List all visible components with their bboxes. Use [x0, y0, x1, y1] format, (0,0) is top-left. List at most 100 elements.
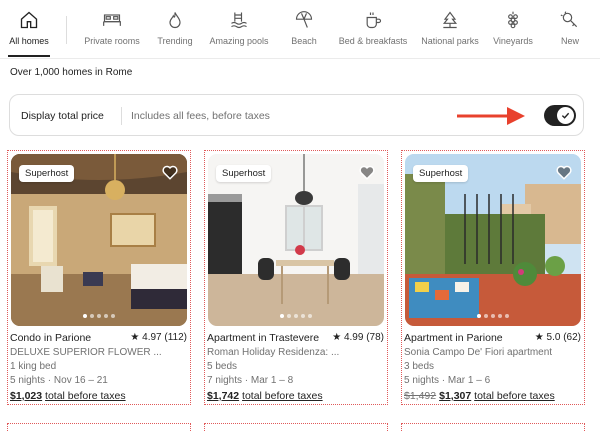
listing-price[interactable]: $1,492 $1,307 total before taxes: [404, 390, 555, 402]
category-divider: [66, 16, 67, 44]
bed-icon: [103, 14, 121, 26]
listing-card[interactable]: Superhost Condo in Parione ★ 4.97 (112) …: [7, 150, 191, 405]
listing-name: Roman Holiday Residenza: ...: [207, 347, 340, 358]
pagination-dot[interactable]: [111, 314, 115, 318]
panel-divider: [121, 107, 122, 125]
pagination-dot[interactable]: [484, 314, 488, 318]
pagination-dot[interactable]: [491, 314, 495, 318]
price-amount: $1,023: [10, 390, 43, 402]
rating-value: 5.0 (62): [546, 332, 581, 343]
original-price: $1,492: [404, 390, 437, 402]
category-private-rooms[interactable]: Private rooms: [84, 10, 140, 56]
results-count: Over 1,000 homes in Rome: [10, 67, 133, 78]
listing-rating: ★ 5.0 (62): [535, 332, 581, 343]
category-label: Amazing pools: [209, 36, 269, 46]
listing-name: Sonia Campo De' Fiori apartment: [404, 347, 553, 358]
listing-beds: 1 king bed: [10, 361, 57, 372]
photo-pagination-dots: [405, 314, 581, 318]
pagination-dot[interactable]: [477, 314, 481, 318]
category-label: All homes: [9, 36, 49, 46]
listing-price[interactable]: $1,023 total before taxes: [10, 390, 126, 402]
flame-icon: [169, 12, 181, 29]
category-vineyards[interactable]: Vineyards: [493, 10, 533, 56]
pagination-dot[interactable]: [308, 314, 312, 318]
listing-card[interactable]: Superhost Apartment in Parione ★ 5.0 (62…: [401, 150, 585, 405]
toggle-knob: [557, 107, 574, 124]
listing-card[interactable]: Superhost Apartment in Trastevere ★ 4.99…: [204, 150, 388, 405]
pool-icon: [231, 12, 247, 29]
price-suffix: total before taxes: [45, 390, 126, 402]
display-total-price-panel: Display total price Includes all fees, b…: [9, 94, 584, 136]
arrow-right-icon: [457, 107, 525, 125]
listing-photo[interactable]: Superhost: [208, 154, 384, 326]
price-suffix: total before taxes: [242, 390, 323, 402]
price-suffix: total before taxes: [474, 390, 555, 402]
category-label: National parks: [421, 36, 479, 46]
price-amount: $1,307: [439, 390, 472, 402]
category-label: Beach: [291, 36, 317, 46]
pagination-dot[interactable]: [301, 314, 305, 318]
pagination-dot[interactable]: [90, 314, 94, 318]
rating-value: 4.97 (112): [142, 332, 187, 343]
pagination-dot[interactable]: [97, 314, 101, 318]
tree-icon: [442, 11, 458, 29]
heart-icon[interactable]: [358, 163, 376, 181]
listing-title: Apartment in Trastevere: [207, 332, 320, 344]
display-total-price-toggle[interactable]: [544, 105, 576, 126]
listing-rating: ★ 4.97 (112): [130, 332, 187, 343]
category-national-parks[interactable]: National parks: [421, 10, 479, 56]
pagination-dot[interactable]: [104, 314, 108, 318]
category-all-homes[interactable]: All homes: [8, 10, 50, 57]
umbrella-icon: [295, 11, 313, 28]
category-bar: All homes Private rooms Trending Amazing…: [0, 0, 600, 59]
listing-dates: 7 nights · Mar 1 – 8: [207, 375, 294, 386]
listing-card-next-row[interactable]: [204, 423, 388, 431]
category-amazing-pools[interactable]: Amazing pools: [209, 10, 269, 56]
grapes-icon: [508, 11, 518, 29]
superhost-badge: Superhost: [413, 165, 469, 182]
price-amount: $1,742: [207, 390, 240, 402]
heart-icon[interactable]: [161, 163, 179, 181]
home-icon: [20, 11, 38, 29]
category-new[interactable]: New: [558, 10, 582, 56]
category-label: Trending: [157, 36, 193, 46]
listing-card-next-row[interactable]: [7, 423, 191, 431]
heart-icon[interactable]: [555, 163, 573, 181]
category-label: Vineyards: [493, 36, 533, 46]
pagination-dot[interactable]: [498, 314, 502, 318]
listing-photo[interactable]: Superhost: [405, 154, 581, 326]
pagination-dot[interactable]: [280, 314, 284, 318]
sparkle-key-icon: [560, 11, 578, 28]
pagination-dot[interactable]: [294, 314, 298, 318]
category-label: New: [560, 36, 579, 46]
photo-pagination-dots: [11, 314, 187, 318]
listing-photo[interactable]: Superhost: [11, 154, 187, 326]
photo-pagination-dots: [208, 314, 384, 318]
check-icon: [561, 112, 570, 119]
pagination-dot[interactable]: [83, 314, 87, 318]
listing-price[interactable]: $1,742 total before taxes: [207, 390, 323, 402]
star-icon: ★: [534, 332, 544, 343]
listing-beds: 5 beds: [207, 361, 238, 372]
star-icon: ★: [130, 332, 140, 343]
coffee-icon: [366, 12, 382, 29]
display-total-price-subtitle: Includes all fees, before taxes: [131, 110, 270, 122]
listing-dates: 5 nights · Nov 16 – 21: [10, 375, 108, 386]
category-label: Private rooms: [84, 36, 140, 46]
listing-title: Apartment in Parione: [404, 332, 503, 344]
category-trending[interactable]: Trending: [157, 10, 193, 56]
category-bed-and-breakfasts[interactable]: Bed & breakfasts: [338, 10, 408, 56]
superhost-badge: Superhost: [19, 165, 75, 182]
listing-rating: ★ 4.99 (78): [332, 332, 384, 343]
pagination-dot[interactable]: [505, 314, 509, 318]
star-icon: ★: [332, 332, 342, 343]
pagination-dot[interactable]: [287, 314, 291, 318]
category-label: Bed & breakfasts: [338, 36, 408, 46]
category-beach[interactable]: Beach: [290, 10, 318, 56]
listing-title: Condo in Parione: [10, 332, 92, 344]
listing-card-next-row[interactable]: [401, 423, 585, 431]
display-total-price-label: Display total price: [21, 110, 104, 122]
listing-beds: 3 beds: [404, 361, 435, 372]
listing-dates: 5 nights · Mar 1 – 6: [404, 375, 491, 386]
rating-value: 4.99 (78): [343, 332, 384, 343]
